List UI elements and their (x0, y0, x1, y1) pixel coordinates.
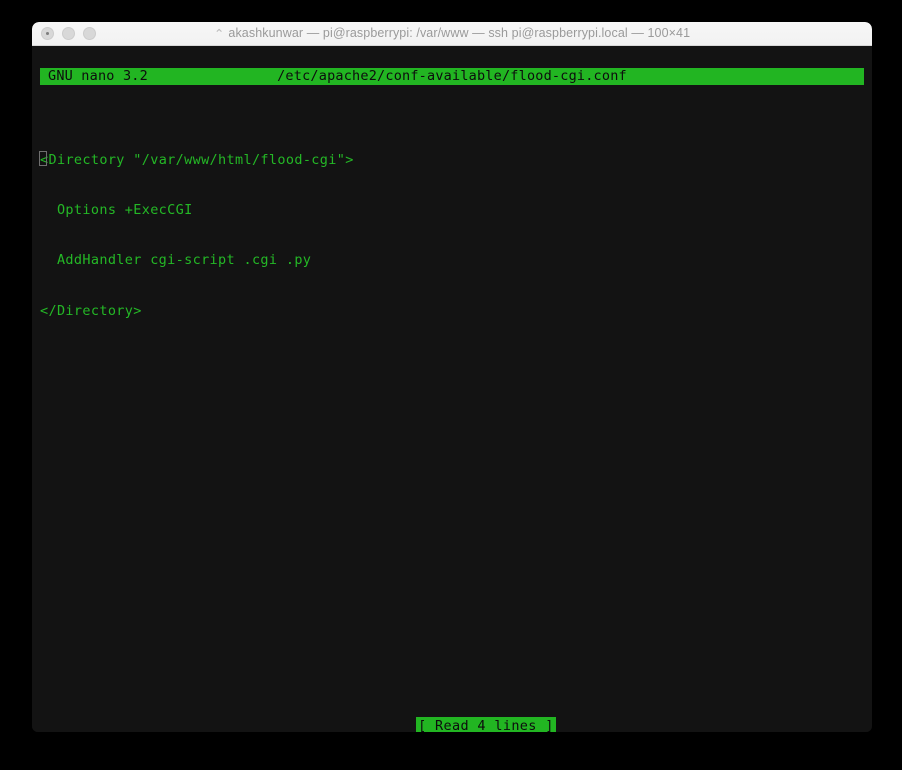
editor-line-text: Options +ExecCGI (40, 201, 193, 218)
window-title-text: akashkunwar — pi@raspberrypi: /var/www —… (228, 26, 691, 40)
editor-line-text: AddHandler cgi-script .cgi .py (40, 252, 312, 269)
window-title: ⌃ akashkunwar — pi@raspberrypi: /var/www … (32, 26, 872, 41)
nano-status-line: [ Read 4 lines ] (32, 701, 872, 732)
editor-line: Options +ExecCGI (40, 202, 864, 219)
ssh-shield-icon: ⌃ (213, 27, 225, 41)
maximize-button[interactable] (83, 27, 96, 40)
desktop-background: ⌃ akashkunwar — pi@raspberrypi: /var/www … (0, 0, 902, 770)
window-titlebar[interactable]: ⌃ akashkunwar — pi@raspberrypi: /var/www … (32, 22, 872, 46)
traffic-light-group (41, 22, 96, 45)
editor-line-text: Directory "/var/www/html/flood-cgi"> (48, 151, 354, 168)
status-message: [ Read 4 lines ] (416, 716, 556, 732)
editor-line: AddHandler cgi-script .cgi .py (40, 252, 864, 269)
terminal-screen[interactable]: GNU nano 3.2 /etc/apache2/conf-available… (32, 46, 872, 732)
terminal-window: ⌃ akashkunwar — pi@raspberrypi: /var/www … (32, 22, 872, 732)
nano-filename-label: /etc/apache2/conf-available/flood-cgi.co… (277, 68, 627, 85)
close-button[interactable] (41, 27, 54, 40)
editor-line-text: </Directory> (40, 302, 142, 319)
nano-editor-buffer[interactable]: <Directory "/var/www/html/flood-cgi"> Op… (38, 118, 864, 353)
nano-header-bar: GNU nano 3.2 /etc/apache2/conf-available… (40, 68, 864, 85)
text-cursor: < (38, 150, 49, 168)
editor-line: <Directory "/var/www/html/flood-cgi"> (38, 150, 864, 169)
editor-line: </Directory> (40, 303, 864, 320)
minimize-button[interactable] (62, 27, 75, 40)
